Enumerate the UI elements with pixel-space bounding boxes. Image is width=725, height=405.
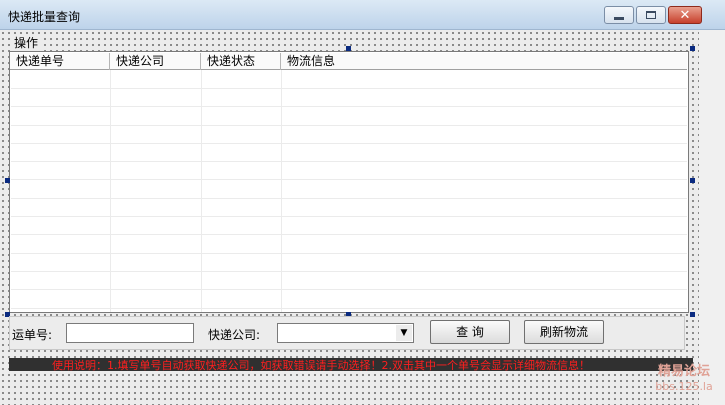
grid-row-line <box>11 179 687 180</box>
tracking-number-label: 运单号: <box>12 328 53 342</box>
minimize-icon <box>614 16 624 20</box>
grid-row-line <box>11 308 687 309</box>
resize-handle <box>690 178 695 183</box>
tracking-number-input[interactable] <box>66 323 194 343</box>
maximize-icon <box>646 11 656 19</box>
window-edge <box>699 30 725 405</box>
watermark-url: bbs.125.la <box>655 380 713 393</box>
column-header-courier[interactable]: 快递公司 <box>110 53 201 70</box>
close-button[interactable]: ✕ <box>668 6 702 24</box>
grid-row-line <box>11 88 687 89</box>
minimize-button[interactable] <box>604 6 634 24</box>
courier-select[interactable]: ▼ <box>277 323 414 343</box>
grid-row-line <box>11 234 687 235</box>
close-icon: ✕ <box>679 7 691 23</box>
column-header-tracking-number[interactable]: 快递单号 <box>10 53 110 70</box>
grid-row-line <box>11 216 687 217</box>
column-header-status[interactable]: 快递状态 <box>201 53 281 70</box>
grid-column-line <box>201 70 202 312</box>
watermark-title: 精易论坛 <box>657 364 710 379</box>
grid-row-line <box>11 106 687 107</box>
grid-row-line <box>11 143 687 144</box>
grid-row-line <box>11 289 687 290</box>
column-header-logistics[interactable]: 物流信息 <box>281 53 687 70</box>
grid-row-line <box>11 125 687 126</box>
query-button[interactable]: 查 询 <box>430 320 510 344</box>
refresh-logistics-button[interactable]: 刷新物流 <box>524 320 604 344</box>
window-title: 快递批量查询 <box>8 10 81 24</box>
menu-operate[interactable]: 操作 <box>12 34 41 51</box>
resize-handle <box>690 312 695 317</box>
usage-instructions: 使用说明：1.填写单号自动获取快递公司，如获取错误请手动选择！2.双击其中一个单… <box>52 359 590 372</box>
resize-handle <box>690 46 695 51</box>
title-bar[interactable]: 快递批量查询 ✕ <box>0 0 725 30</box>
resize-handle <box>5 178 10 183</box>
grid-column-line <box>110 70 111 312</box>
grid-row-line <box>11 253 687 254</box>
results-grid[interactable]: 快递单号 快递公司 快递状态 物流信息 <box>9 51 689 313</box>
chevron-down-icon[interactable]: ▼ <box>396 325 412 341</box>
grid-row-line <box>11 198 687 199</box>
watermark: 精易论坛 bbs.125.la <box>652 364 716 394</box>
grid-header: 快递单号 快递公司 快递状态 物流信息 <box>10 53 687 70</box>
resize-handle <box>346 46 351 51</box>
courier-label: 快递公司: <box>208 328 261 342</box>
grid-column-line <box>281 70 282 312</box>
grid-row-line <box>11 161 687 162</box>
maximize-button[interactable] <box>636 6 666 24</box>
grid-row-line <box>11 271 687 272</box>
